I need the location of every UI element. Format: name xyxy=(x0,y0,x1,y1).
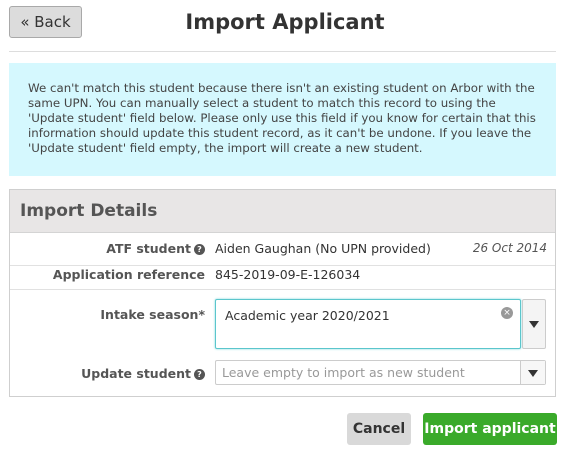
help-icon[interactable]: ? xyxy=(194,244,205,255)
caret-down-icon xyxy=(528,369,538,377)
application-reference-label: Application reference xyxy=(52,267,205,282)
header-divider xyxy=(9,51,556,52)
cancel-button[interactable]: Cancel xyxy=(347,413,411,445)
page-header: « Back Import Applicant xyxy=(0,0,570,48)
intake-season-value: Academic year 2020/2021 xyxy=(225,308,390,323)
required-marker: * xyxy=(198,307,205,322)
atf-student-value: Aiden Gaughan (No UPN provided) xyxy=(215,241,431,256)
update-student-dropdown-button[interactable] xyxy=(520,361,545,384)
application-reference-row: Application reference 845-2019-09-E-1260… xyxy=(10,266,555,290)
page-title: Import Applicant xyxy=(185,10,385,34)
update-student-select[interactable]: Leave empty to import as new student xyxy=(215,360,546,385)
intake-season-dropdown-button[interactable] xyxy=(522,299,546,349)
intake-season-select[interactable]: Academic year 2020/2021 × xyxy=(215,299,521,349)
caret-down-icon xyxy=(529,321,539,328)
atf-student-row: ATF student? Aiden Gaughan (No UPN provi… xyxy=(10,233,555,266)
atf-date: 26 Oct 2014 xyxy=(472,241,547,255)
import-details-panel: Import Details ATF student? Aiden Gaugha… xyxy=(9,189,556,397)
info-notice: We can't match this student because ther… xyxy=(9,63,556,176)
panel-title: Import Details xyxy=(10,190,555,233)
update-student-placeholder: Leave empty to import as new student xyxy=(222,365,465,380)
notice-text: We can't match this student because ther… xyxy=(28,81,536,155)
intake-season-label: Intake season* xyxy=(100,307,205,322)
update-student-label: Update student? xyxy=(81,366,205,381)
atf-student-label: ATF student? xyxy=(106,241,205,256)
clear-icon[interactable]: × xyxy=(501,307,513,319)
form-row-group: Intake season* Academic year 2020/2021 ×… xyxy=(10,290,555,396)
help-icon[interactable]: ? xyxy=(194,369,205,380)
application-reference-value: 845-2019-09-E-126034 xyxy=(215,267,361,282)
import-applicant-button[interactable]: Import applicant xyxy=(423,413,557,445)
